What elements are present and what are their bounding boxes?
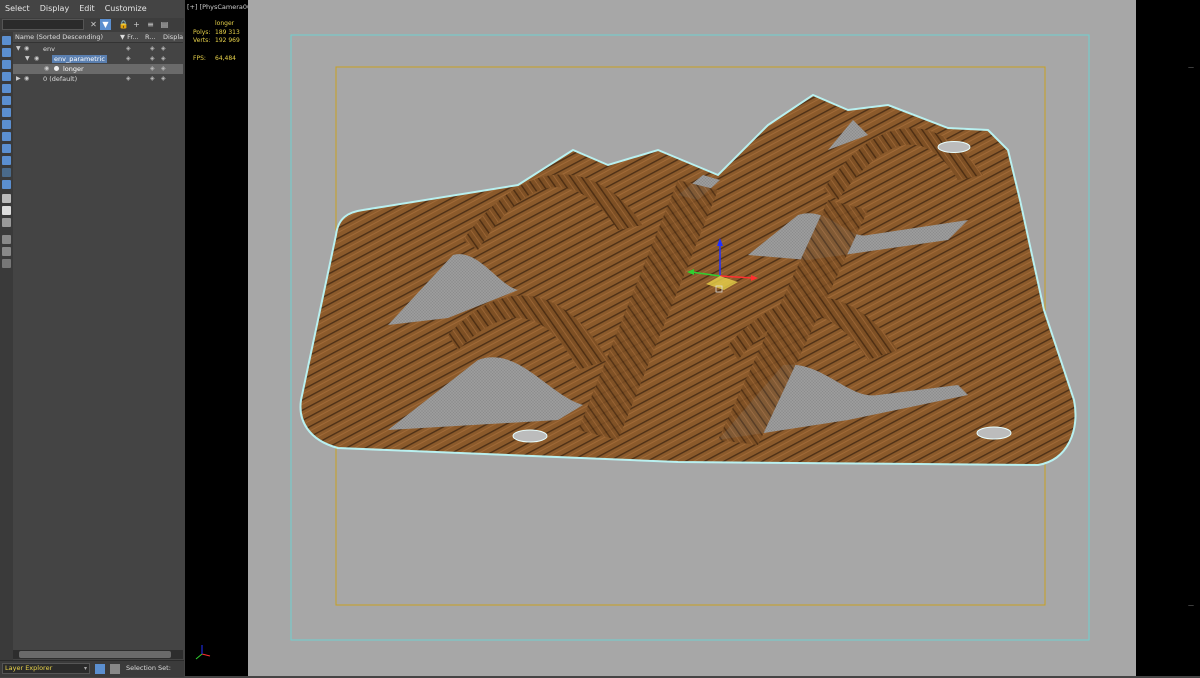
freeze-icon[interactable]: ◈ xyxy=(126,45,131,52)
collapse-arrow-icon[interactable]: ▶ xyxy=(16,75,21,82)
invert-selection-icon[interactable] xyxy=(2,218,11,227)
display-all-icon[interactable] xyxy=(2,36,11,45)
viewport[interactable]: [+] [PhysCamera001 ] [Standard ] [Defaul… xyxy=(185,0,1200,676)
selection-set-icon[interactable] xyxy=(110,664,120,674)
dropdown-label: Layer Explorer xyxy=(5,664,53,672)
menu-edit[interactable]: Edit xyxy=(74,0,100,18)
column-frozen[interactable]: ▼ Fr... xyxy=(120,33,139,41)
statistics-overlay: longer Polys: 189 313 Verts: 192 969 FPS: 6… xyxy=(193,20,240,63)
column-header: Name (Sorted Descending) ▼ Fr... R... Di… xyxy=(13,32,183,43)
layer-label: 0 (default) xyxy=(43,75,78,83)
freeze-icon[interactable]: ◈ xyxy=(126,75,131,82)
groups-icon[interactable] xyxy=(2,120,11,129)
mounting-hole xyxy=(512,429,548,443)
selection-set-label: Selection Set: xyxy=(126,664,171,672)
layer-label: env_parametric xyxy=(52,55,107,63)
stats-object-name: longer xyxy=(215,20,235,27)
render-icon[interactable]: ◈ xyxy=(150,75,155,82)
bones-icon[interactable] xyxy=(2,144,11,153)
select-none-icon[interactable] xyxy=(2,206,11,215)
shapes-icon[interactable] xyxy=(2,60,11,69)
object-label: longer xyxy=(63,65,84,73)
scene-explorer: Name (Sorted Descending) ▼ Fr... R... Di… xyxy=(13,32,183,660)
eye-icon[interactable]: ◉ xyxy=(24,45,29,52)
explorer-toolbar: ✕ ▼ 🔒 + ≡ ▤ xyxy=(0,18,184,32)
helpers-icon[interactable] xyxy=(2,96,11,105)
viewport-edge-marker: — xyxy=(1188,602,1194,609)
select-all-icon[interactable] xyxy=(2,194,11,203)
lights-icon[interactable] xyxy=(2,72,11,81)
mounting-hole xyxy=(976,426,1012,440)
horizontal-scrollbar[interactable] xyxy=(13,650,183,659)
folder-icon[interactable] xyxy=(2,259,11,268)
layer-explorer-dropdown[interactable]: Layer Explorer ▾ xyxy=(2,663,90,674)
geometry-icon[interactable] xyxy=(2,48,11,57)
cameras-icon[interactable] xyxy=(2,84,11,93)
xrefs-icon[interactable] xyxy=(2,132,11,141)
tree-row-env-parametric[interactable]: ▼ ◉ env_parametric ◈ ◈ ◈ xyxy=(13,54,183,64)
filter-funnel-icon[interactable] xyxy=(2,247,11,256)
lock-icon[interactable]: 🔒 xyxy=(118,19,129,30)
layers-icon[interactable]: ≡ xyxy=(145,19,156,30)
frozen-icon[interactable] xyxy=(2,168,11,177)
tree-row-default[interactable]: ▶ ◉ 0 (default) ◈ ◈ ◈ xyxy=(13,74,183,84)
fps-value: 64,484 xyxy=(215,54,236,62)
chevron-down-icon: ▾ xyxy=(83,665,87,672)
eye-icon[interactable]: ◉ xyxy=(24,75,29,82)
render-icon[interactable]: ◈ xyxy=(150,55,155,62)
menu-customize[interactable]: Customize xyxy=(100,0,152,18)
layer-label: env xyxy=(43,45,55,53)
spacewarps-icon[interactable] xyxy=(2,108,11,117)
scrollbar-thumb[interactable] xyxy=(19,651,171,658)
explorer-icon-strip xyxy=(0,32,14,660)
freeze-icon[interactable]: ◈ xyxy=(126,55,131,62)
column-render[interactable]: R... xyxy=(145,33,155,41)
scene-render xyxy=(290,34,1090,641)
column-name[interactable]: Name (Sorted Descending) xyxy=(15,33,103,41)
filter-icon[interactable]: ▼ xyxy=(100,19,111,30)
viewport-render-area[interactable] xyxy=(248,0,1136,676)
eye-icon[interactable]: ◉ xyxy=(34,55,39,62)
search-input[interactable] xyxy=(2,19,84,30)
layer-tools-icon[interactable] xyxy=(95,664,105,674)
tree-row-env[interactable]: ▼ ◉ env ◈ ◈ ◈ xyxy=(13,44,183,54)
mounting-hole xyxy=(937,141,971,153)
display-icon[interactable]: ◈ xyxy=(161,45,166,52)
verts-label: Verts: xyxy=(193,37,211,44)
axis-tripod-icon xyxy=(195,645,211,660)
containers-icon[interactable] xyxy=(2,156,11,165)
render-icon[interactable]: ◈ xyxy=(150,45,155,52)
funnel-icon[interactable] xyxy=(2,235,11,244)
explorer-bottom-bar: Layer Explorer ▾ Selection Set: xyxy=(0,660,184,677)
display-icon[interactable]: ◈ xyxy=(161,75,166,82)
polys-value: 189 313 xyxy=(215,28,240,36)
options-icon[interactable]: ▤ xyxy=(159,19,170,30)
menu-bar: Select Display Edit Customize xyxy=(0,0,184,18)
menu-display[interactable]: Display xyxy=(35,0,75,18)
column-display[interactable]: Displa xyxy=(163,33,183,41)
tree-row-longer[interactable]: ◉ longer ◈ ◈ xyxy=(13,64,183,74)
object-color-icon xyxy=(54,66,59,71)
fps-label: FPS: xyxy=(193,54,206,62)
hidden-icon[interactable] xyxy=(2,180,11,189)
render-icon[interactable]: ◈ xyxy=(150,65,155,72)
add-layer-icon[interactable]: + xyxy=(131,19,142,30)
eye-icon[interactable]: ◉ xyxy=(44,65,49,72)
verts-value: 192 969 xyxy=(215,37,240,44)
polys-label: Polys: xyxy=(193,28,211,36)
close-icon[interactable]: ✕ xyxy=(88,19,99,30)
display-icon[interactable]: ◈ xyxy=(161,65,166,72)
expand-arrow-icon[interactable]: ▼ xyxy=(25,55,30,62)
viewport-edge-marker: — xyxy=(1188,64,1194,71)
display-icon[interactable]: ◈ xyxy=(161,55,166,62)
menu-select[interactable]: Select xyxy=(0,0,35,18)
expand-arrow-icon[interactable]: ▼ xyxy=(16,45,21,52)
